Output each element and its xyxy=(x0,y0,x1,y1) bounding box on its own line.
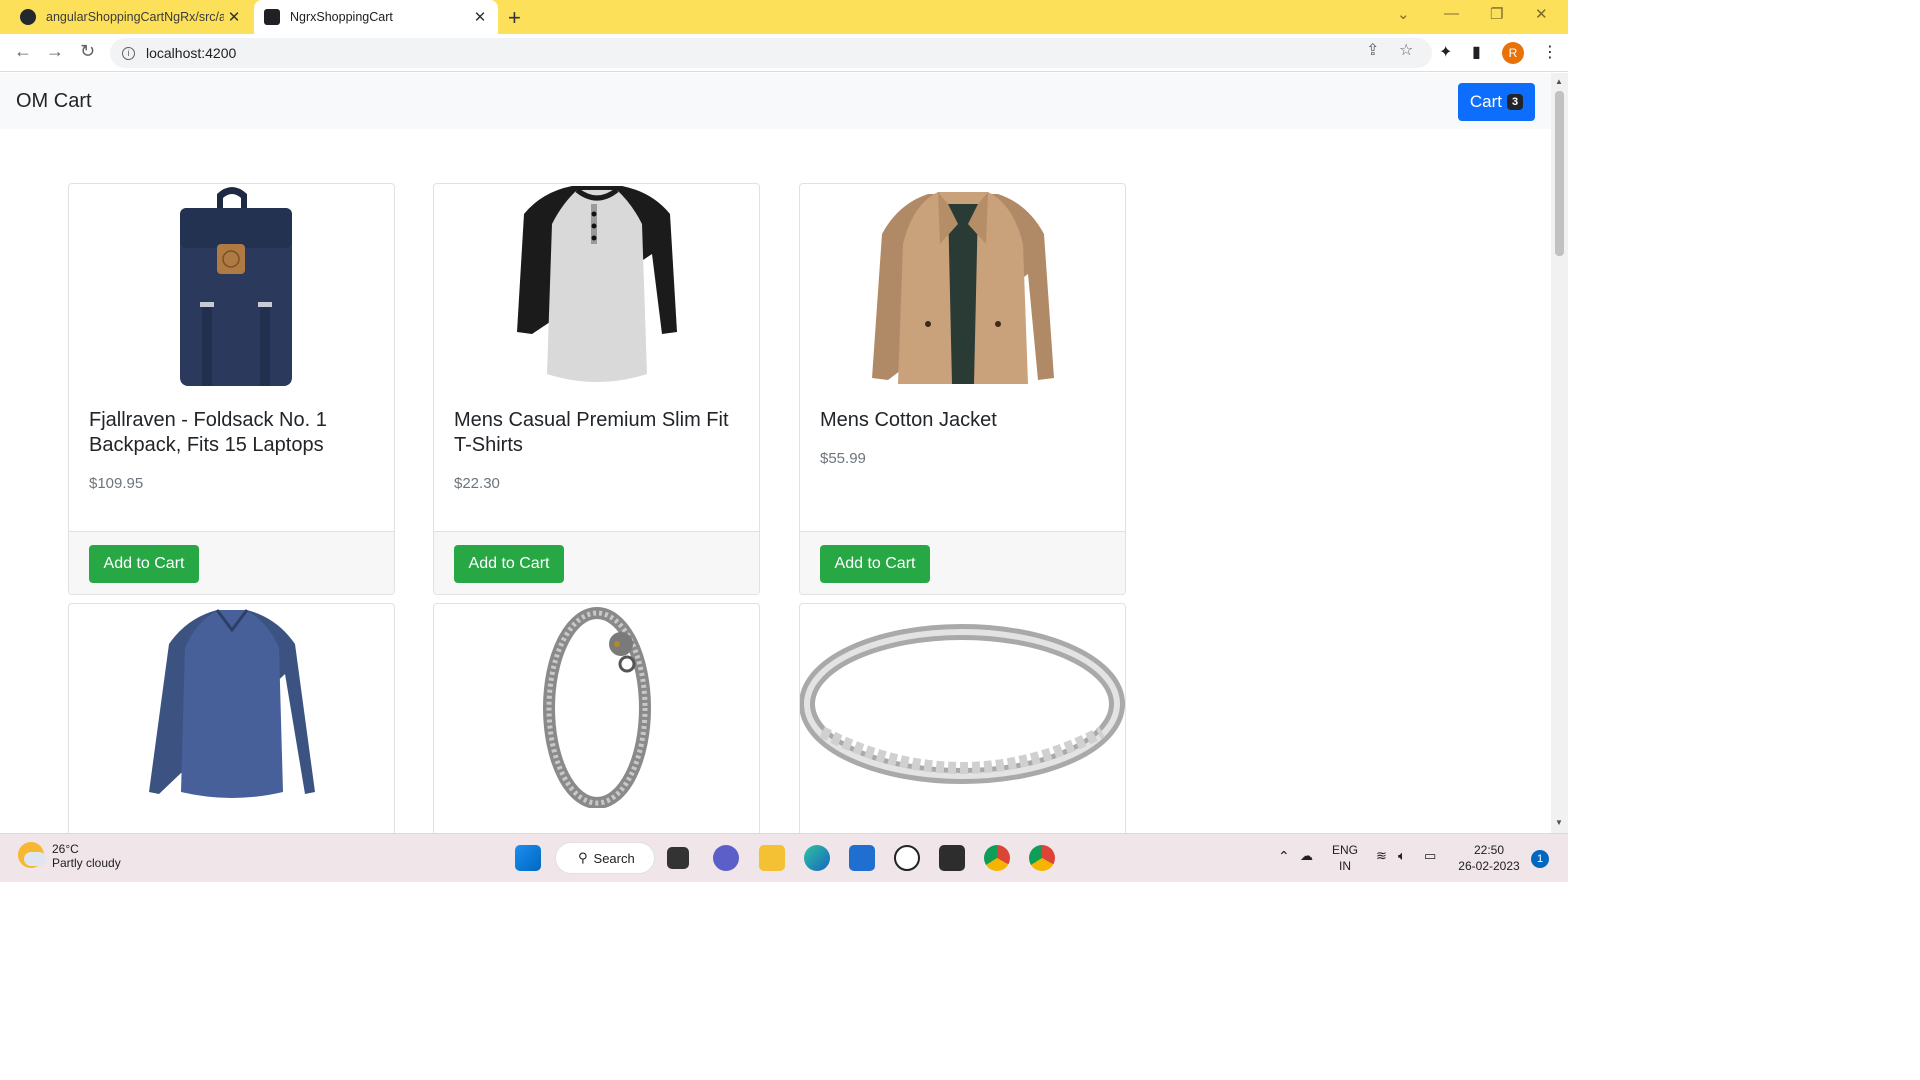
mail-icon[interactable] xyxy=(849,845,875,871)
dell-icon[interactable] xyxy=(894,845,920,871)
scroll-down-icon[interactable]: ▼ xyxy=(1555,818,1563,827)
terminal-icon[interactable] xyxy=(939,845,965,871)
weather-widget[interactable]: 26°C Partly cloudy xyxy=(18,842,121,870)
volume-icon[interactable]: 🔈︎ xyxy=(1398,848,1406,864)
product-card xyxy=(433,603,760,833)
search-label: Search xyxy=(593,850,635,866)
add-to-cart-button[interactable]: Add to Cart xyxy=(454,545,564,583)
product-image-dragon-bracelet xyxy=(434,604,759,808)
restore-button[interactable]: ❐ xyxy=(1490,5,1503,23)
language-code: ENG xyxy=(1332,843,1359,857)
onedrive-icon[interactable]: ☁ xyxy=(1300,848,1313,864)
region-code: IN xyxy=(1339,859,1351,873)
clock-date: 26-02-2023 xyxy=(1458,859,1520,873)
product-name: Fjallraven - Foldsack No. 1 Backpack, Fi… xyxy=(89,409,327,456)
product-name: Mens Cotton Jacket xyxy=(820,409,997,431)
side-panel-icon[interactable]: ▮ xyxy=(1472,42,1481,62)
browser-tab-strip: angularShoppingCartNgRx/src/a ✕ NgrxShop… xyxy=(0,0,1568,34)
share-icon[interactable]: ⇪ xyxy=(1366,40,1379,60)
page-scrollbar[interactable]: ▲ ▼ xyxy=(1551,73,1568,833)
product-card xyxy=(68,603,395,833)
product-image-long-sleeve-shirt xyxy=(69,604,394,808)
cart-button[interactable]: Cart 3 xyxy=(1458,83,1535,121)
angular-icon xyxy=(264,9,280,25)
back-arrow-icon[interactable]: ← xyxy=(14,41,32,62)
notification-badge[interactable]: 1 xyxy=(1531,850,1549,868)
product-card xyxy=(799,603,1126,833)
taskbar-search[interactable]: ⚲ Search xyxy=(555,842,655,874)
product-price: $22.30 xyxy=(454,475,500,492)
new-tab-button[interactable]: + xyxy=(508,5,521,31)
close-tab-icon[interactable]: ✕ xyxy=(224,8,244,26)
page-viewport: OM Cart Cart 3 Fjallraven - Foldsack No.… xyxy=(0,73,1551,833)
minimize-button[interactable]: — xyxy=(1444,5,1459,22)
product-card: Fjallraven - Foldsack No. 1 Backpack, Fi… xyxy=(68,183,395,595)
tab-title: NgrxShoppingCart xyxy=(290,10,393,24)
url-text: localhost:4200 xyxy=(146,45,237,61)
card-footer: Add to Cart xyxy=(434,531,759,594)
brand-title[interactable]: OM Cart xyxy=(16,90,92,113)
github-icon xyxy=(20,9,36,25)
task-view-icon[interactable] xyxy=(667,847,689,869)
cart-label: Cart xyxy=(1469,92,1502,111)
product-name: Mens Casual Premium Slim Fit T-Shirts xyxy=(454,409,729,456)
bookmark-star-icon[interactable]: ☆ xyxy=(1399,40,1413,60)
close-tab-icon[interactable]: ✕ xyxy=(470,8,490,26)
site-info-icon[interactable]: i xyxy=(122,46,135,60)
windows-taskbar: 26°C Partly cloudy ⚲ Search ⌃ ☁ ENG IN ≋… xyxy=(0,833,1568,882)
show-hidden-icons-icon[interactable]: ⌃ xyxy=(1278,848,1290,864)
close-window-button[interactable]: ✕ xyxy=(1535,5,1548,23)
profile-avatar[interactable]: R xyxy=(1502,42,1524,64)
battery-icon[interactable]: ▭ xyxy=(1424,848,1436,864)
extensions-puzzle-icon[interactable]: ✦ xyxy=(1439,42,1452,62)
product-price: $55.99 xyxy=(820,450,866,467)
product-image-silver-ring xyxy=(800,604,1125,808)
card-footer: Add to Cart xyxy=(69,531,394,594)
product-image-backpack xyxy=(69,184,394,388)
menu-kebab-icon[interactable]: ⋮ xyxy=(1542,42,1558,62)
edge-browser-icon[interactable] xyxy=(804,845,830,871)
partly-cloudy-icon xyxy=(18,842,46,868)
chrome-profile-icon[interactable] xyxy=(1029,845,1055,871)
browser-toolbar: ← → ↻ i localhost:4200 ⇪ ☆ ✦ ▮ ⋮ xyxy=(0,34,1568,72)
product-image-jacket xyxy=(800,184,1125,388)
language-indicator[interactable]: ENG IN xyxy=(1332,842,1358,874)
tab-search-icon[interactable]: ⌄ xyxy=(1397,5,1410,23)
scroll-up-icon[interactable]: ▲ xyxy=(1555,77,1563,86)
browser-tab-active[interactable]: NgrxShoppingCart ✕ xyxy=(254,0,498,34)
file-explorer-icon[interactable] xyxy=(759,845,785,871)
weather-temp: 26°C xyxy=(52,842,79,856)
clock-time: 22:50 xyxy=(1473,843,1505,857)
address-bar[interactable]: i localhost:4200 xyxy=(110,38,1432,68)
teams-chat-icon[interactable] xyxy=(713,845,739,871)
app-navbar: OM Cart Cart 3 xyxy=(0,73,1551,129)
product-card: Mens Casual Premium Slim Fit T-Shirts $2… xyxy=(433,183,760,595)
product-image-tshirt xyxy=(434,184,759,388)
wifi-icon[interactable]: ≋ xyxy=(1376,848,1387,864)
browser-tab-github[interactable]: angularShoppingCartNgRx/src/a ✕ xyxy=(10,0,252,34)
add-to-cart-button[interactable]: Add to Cart xyxy=(820,545,930,583)
forward-arrow-icon[interactable]: → xyxy=(46,41,64,62)
windows-start-icon[interactable] xyxy=(515,845,541,871)
search-icon: ⚲ xyxy=(578,850,588,865)
weather-desc: Partly cloudy xyxy=(52,856,121,870)
cart-count-badge: 3 xyxy=(1507,94,1524,110)
tab-title: angularShoppingCartNgRx/src/a xyxy=(46,10,224,24)
reload-icon[interactable]: ↻ xyxy=(80,41,95,62)
clock[interactable]: 22:50 26-02-2023 xyxy=(1456,842,1522,874)
chrome-icon[interactable] xyxy=(984,845,1010,871)
add-to-cart-button[interactable]: Add to Cart xyxy=(89,545,199,583)
scrollbar-thumb[interactable] xyxy=(1555,91,1564,256)
product-card: Mens Cotton Jacket $55.99 Add to Cart xyxy=(799,183,1126,595)
card-footer: Add to Cart xyxy=(800,531,1125,594)
product-price: $109.95 xyxy=(89,475,144,492)
